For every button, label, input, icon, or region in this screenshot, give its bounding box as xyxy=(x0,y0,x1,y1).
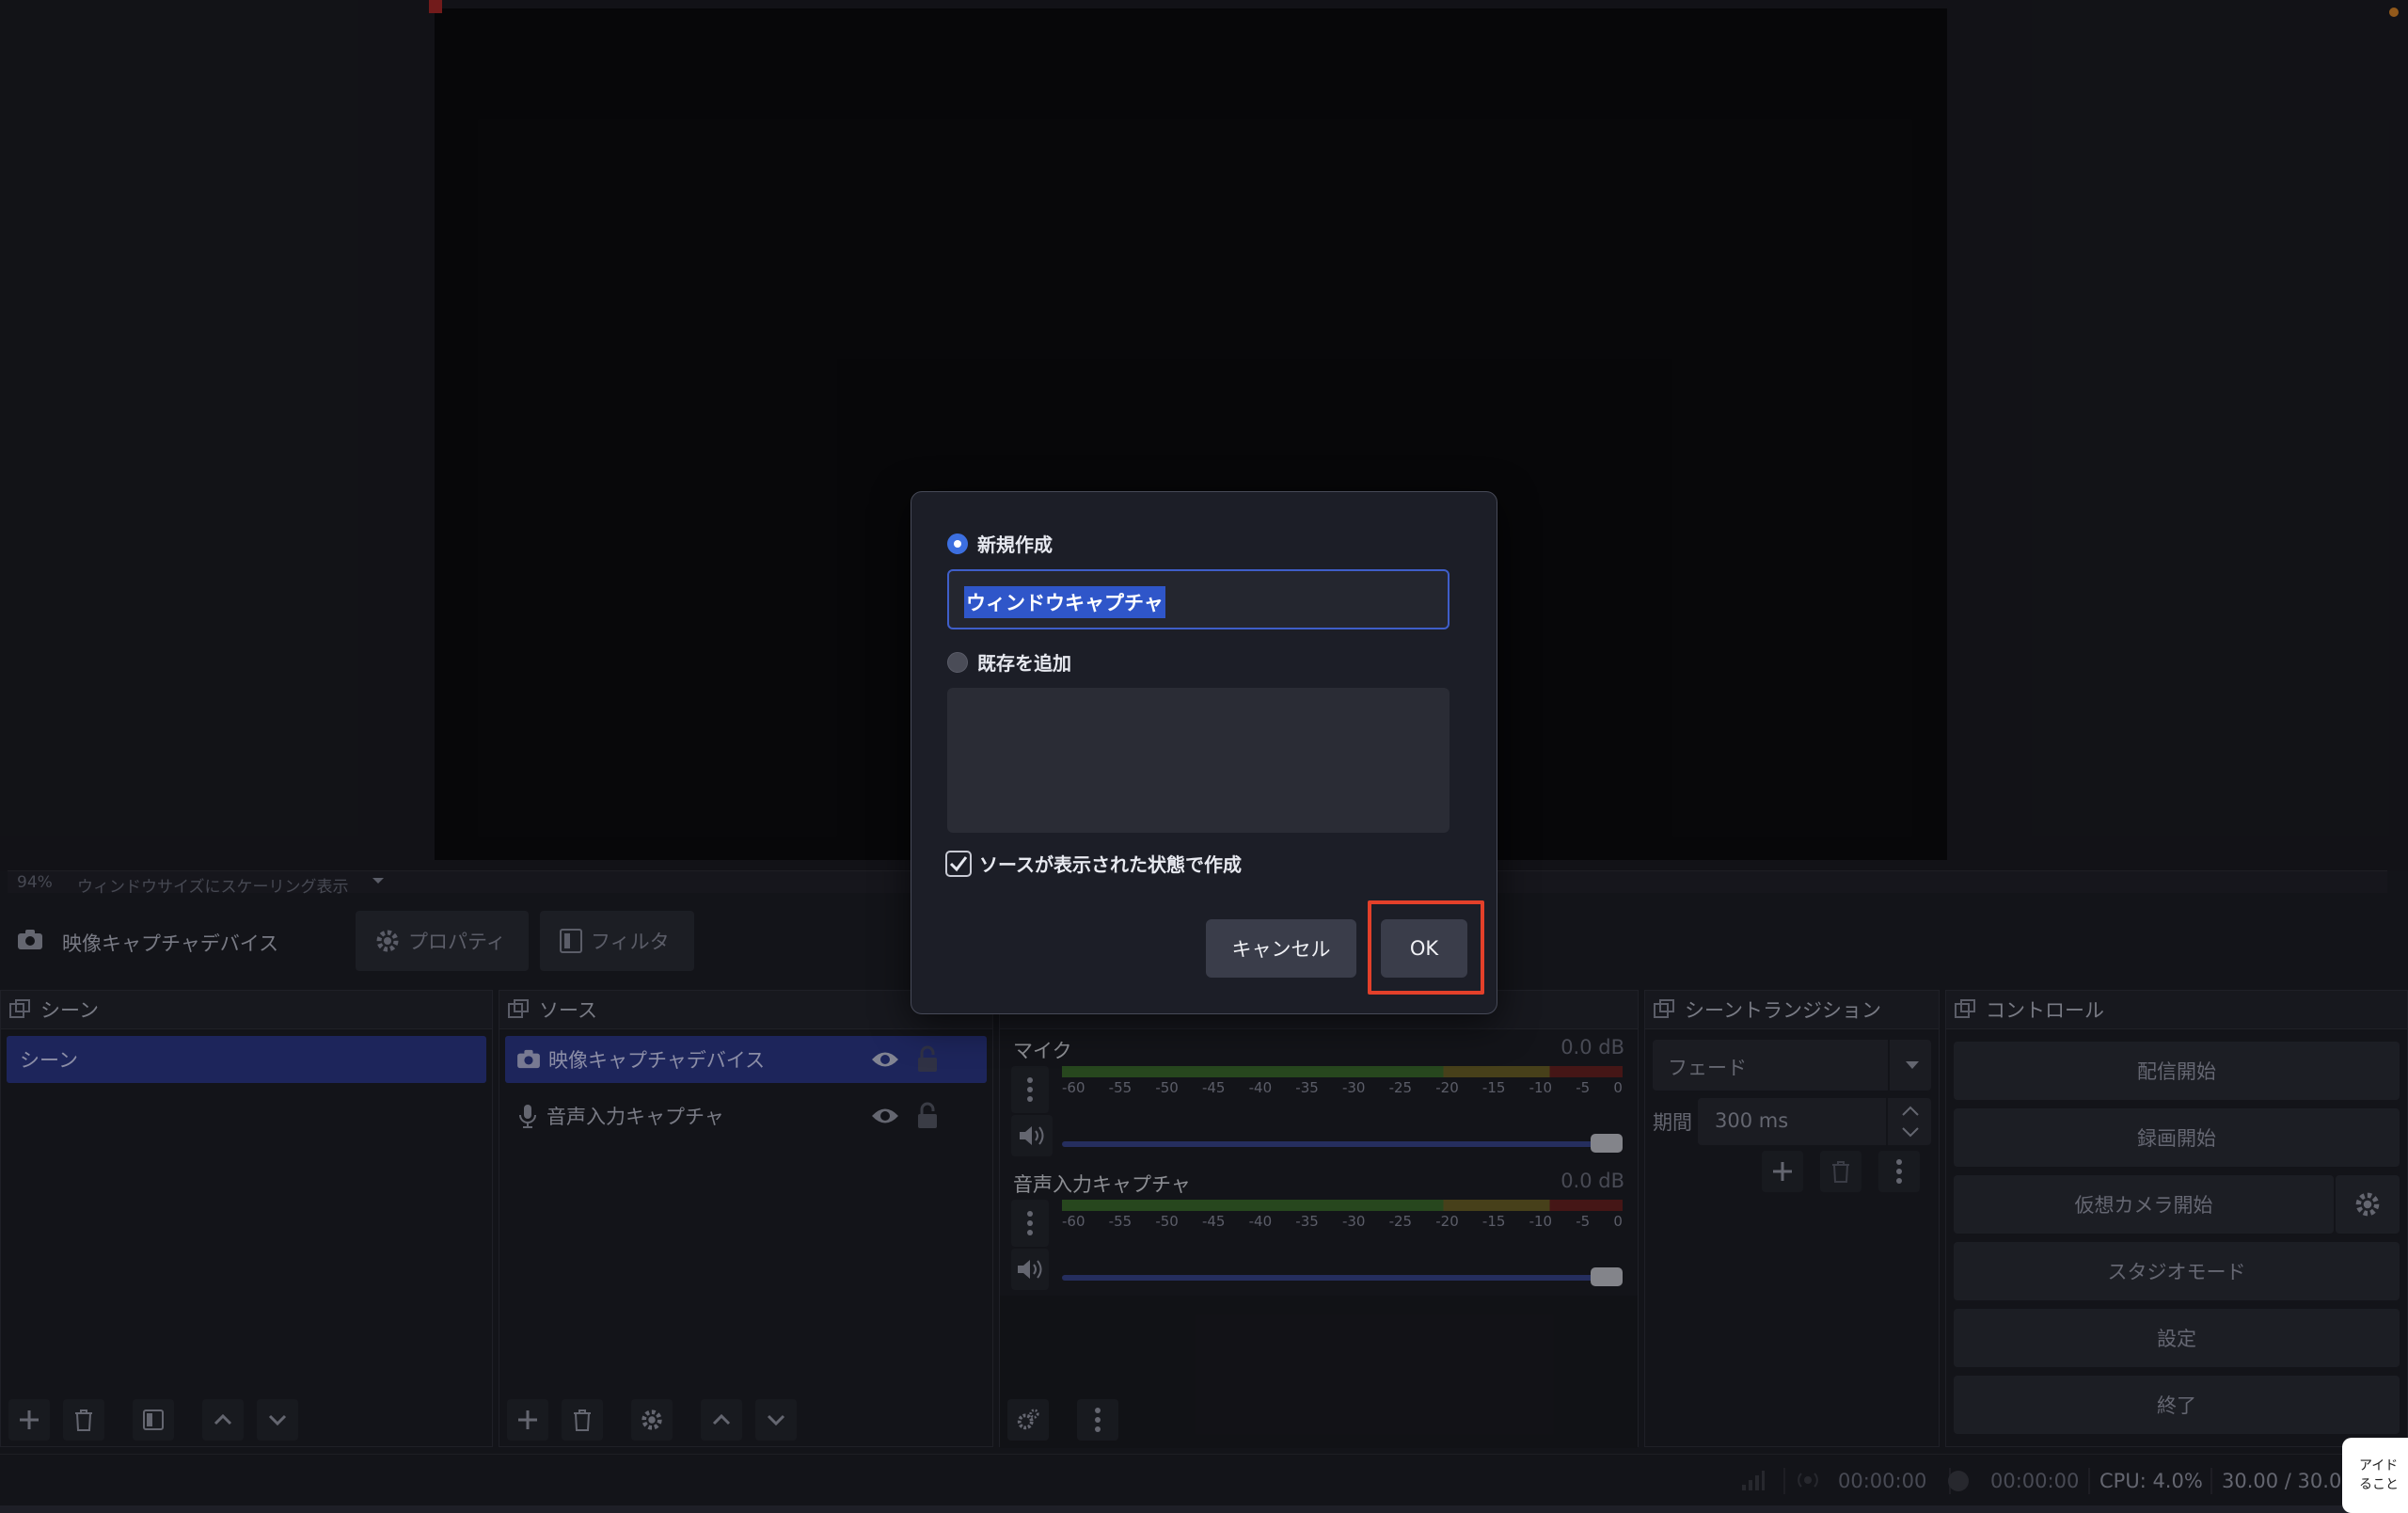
add-existing-option[interactable]: 既存を追加 xyxy=(947,648,1071,676)
cancel-button[interactable]: キャンセル xyxy=(1206,919,1356,978)
create-new-option[interactable]: 新規作成 xyxy=(947,530,1053,557)
create-new-label: 新規作成 xyxy=(977,534,1053,556)
ok-button-highlight xyxy=(1368,900,1484,995)
notification-line: ること xyxy=(2359,1477,2399,1492)
notification-line: アイド xyxy=(2359,1458,2399,1473)
existing-sources-list[interactable] xyxy=(947,688,1450,833)
visible-checkbox-label: ソースが表示された状態で作成 xyxy=(979,853,1242,876)
add-source-dialog: 新規作成 ウィンドウキャプチャ 既存を追加 ソースが表示された状態で作成 キャン… xyxy=(911,491,1497,1014)
source-name-value: ウィンドウキャプチャ xyxy=(964,586,1165,618)
add-existing-label: 既存を追加 xyxy=(977,652,1071,675)
source-name-input[interactable]: ウィンドウキャプチャ xyxy=(947,569,1450,629)
checkbox-checked-icon[interactable] xyxy=(945,850,972,877)
notification-popup[interactable]: アイド ること xyxy=(2342,1438,2408,1513)
create-new-radio[interactable] xyxy=(947,533,968,554)
visible-checkbox-option[interactable]: ソースが表示された状態で作成 xyxy=(945,850,1242,877)
add-existing-radio[interactable] xyxy=(947,651,968,673)
